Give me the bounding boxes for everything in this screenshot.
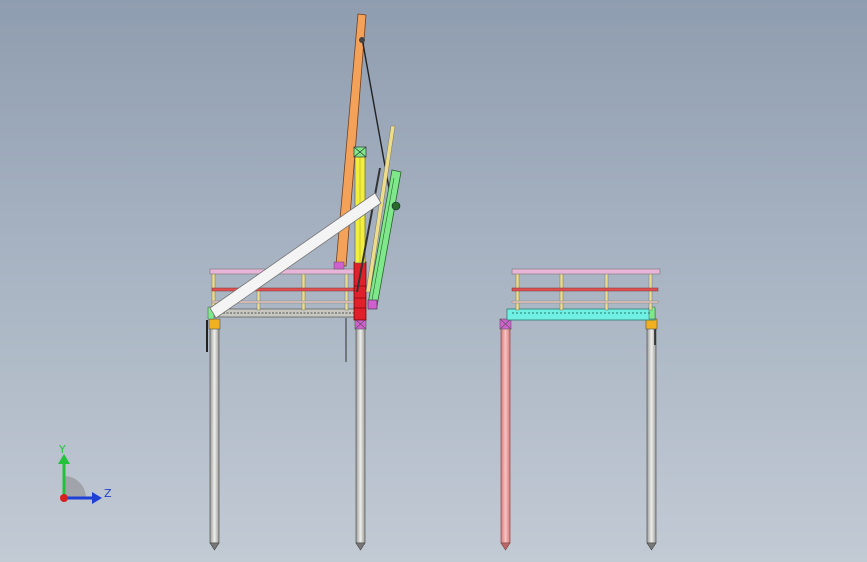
right-rail-post-4[interactable] [648,272,653,311]
orange-boom-foot [333,261,345,270]
z-axis-label: Z [104,487,112,500]
right-rail-post-1[interactable] [515,272,520,311]
right-rail-post-2[interactable] [559,272,564,311]
left-platform-assembly[interactable] [206,13,402,551]
panel-winch[interactable] [391,201,401,211]
right-rail-post-3[interactable] [604,272,609,311]
triad-quadrant-shade [64,476,86,498]
right-knee-rail[interactable] [511,300,659,304]
left-mid-rail[interactable] [211,287,361,292]
right-pile-rear-tip [646,542,657,551]
left-pile-front[interactable] [209,327,220,544]
right-mid-rail[interactable] [511,287,659,292]
right-pile-front-tip [500,542,511,551]
right-pile-rear[interactable] [646,327,657,544]
right-platform-assembly[interactable] [499,268,661,551]
left-pile-rear[interactable] [355,327,366,544]
right-pile-cap-rear[interactable] [645,318,658,330]
left-pile-front-tip [209,542,220,551]
cad-graphics-viewport[interactable] [0,0,867,562]
axis-triad: Y Z [58,443,112,504]
right-pile-front[interactable] [500,327,511,544]
left-pile-cap-front[interactable] [208,318,221,330]
y-axis-label: Y [58,443,66,456]
green-panel-foot [367,299,378,310]
left-rail-post-4[interactable] [344,272,349,311]
right-deck[interactable] [506,308,656,321]
left-pile-rear-tip [355,542,366,551]
z-axis-arrowhead [92,492,102,504]
triad-origin [60,494,68,502]
boom-cable-pulley [359,37,365,43]
left-rail-post-3[interactable] [301,272,306,311]
right-top-rail[interactable] [511,268,661,275]
